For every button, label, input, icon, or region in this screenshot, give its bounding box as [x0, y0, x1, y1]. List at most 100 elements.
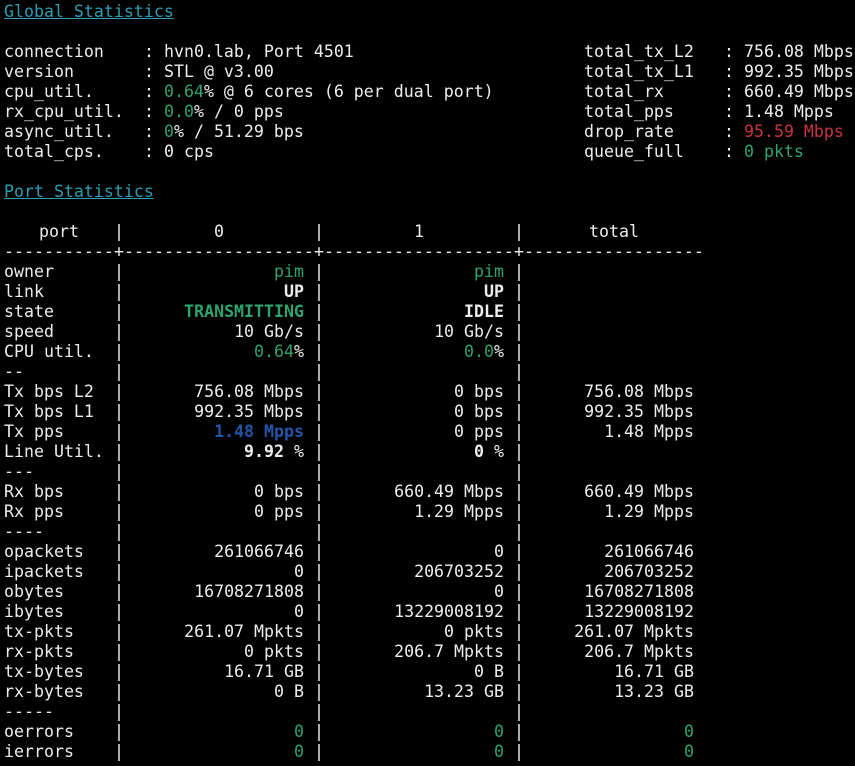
table-row: ipackets|0|206703252|206703252	[4, 562, 855, 582]
stat-value: 261066746	[604, 542, 694, 562]
row-label: obytes	[4, 582, 114, 602]
pipe: |	[514, 742, 524, 762]
port0-value	[124, 462, 314, 482]
stat-value: 10 Gb/s	[434, 322, 504, 342]
table-row: ierrors|0|0|0	[4, 742, 855, 762]
pipe: |	[514, 682, 524, 702]
separator-cross: +	[314, 242, 324, 262]
stat-value: 0	[684, 742, 694, 762]
pipe: |	[114, 482, 124, 502]
global-stat-row: version: STL @ v3.00total_tx_L1: 992.35 …	[4, 62, 855, 82]
stat-label: total_pps	[584, 102, 724, 122]
pipe: |	[114, 462, 124, 482]
pipe: |	[514, 502, 524, 522]
table-row: Line Util.|9.92 %|0 %|	[4, 442, 855, 462]
port0-value: 0.64%	[124, 342, 314, 362]
stat-value: %	[294, 342, 304, 362]
table-row: state|TRANSMITTING|IDLE|	[4, 302, 855, 322]
port0-value: UP	[124, 282, 314, 302]
stat-label: cpu_util.	[4, 82, 144, 102]
stat-value-group: 0.64% @ 6 cores (6 per dual port)	[164, 82, 494, 102]
colon: :	[724, 142, 744, 162]
global-statistics-title: Global Statistics	[4, 2, 855, 22]
colon: :	[144, 142, 164, 162]
table-row: Tx bps L2|756.08 Mbps|0 bps|756.08 Mbps	[4, 382, 855, 402]
pipe: |	[114, 682, 124, 702]
stat-value: TRANSMITTING	[184, 302, 304, 322]
separator-dashes: ------------------	[524, 242, 704, 262]
stat-value: 0.0	[164, 102, 194, 121]
port0-value: 0 pkts	[124, 642, 314, 662]
total-value	[524, 362, 704, 382]
pipe: |	[514, 362, 524, 382]
total-value	[524, 522, 704, 542]
stat-value: 0 bps	[454, 402, 504, 422]
pipe: |	[114, 522, 124, 542]
port1-value: 1.29 Mpps	[324, 502, 514, 522]
port1-value	[324, 462, 514, 482]
pipe: |	[114, 222, 124, 242]
colon: :	[144, 82, 164, 102]
pipe: |	[514, 722, 524, 742]
port0-value: 9.92 %	[124, 442, 314, 462]
total-value: 1.29 Mpps	[524, 502, 704, 522]
port1-value	[324, 362, 514, 382]
port-statistics-table: owner|pim|pim|link|UP|UP|state|TRANSMITT…	[4, 262, 855, 762]
pipe: |	[114, 442, 124, 462]
table-row: Rx pps|0 pps|1.29 Mpps|1.29 Mpps	[4, 502, 855, 522]
total-value: 13229008192	[524, 602, 704, 622]
pipe: |	[314, 462, 324, 482]
stat-value: 16.71 GB	[224, 662, 304, 682]
stat-value-group: 660.49 Mbps	[744, 82, 854, 102]
total-value: 261.07 Mpkts	[524, 622, 704, 642]
pipe: |	[314, 522, 324, 542]
blank-line	[4, 202, 855, 222]
global-stat-right: total_tx_L2: 756.08 Mbps	[584, 42, 854, 62]
port1-value: 0.0%	[324, 342, 514, 362]
total-value: 0	[524, 722, 704, 742]
pipe: |	[314, 262, 324, 282]
table-row: owner|pim|pim|	[4, 262, 855, 282]
row-label: Line Util.	[4, 442, 114, 462]
pipe: |	[514, 262, 524, 282]
stat-value-group: 0 cps	[164, 142, 214, 162]
stat-value: 0 B	[474, 662, 504, 682]
pipe: |	[314, 402, 324, 422]
port0-value: 16708271808	[124, 582, 314, 602]
total-value	[524, 702, 704, 722]
stat-value: 1.29 Mpps	[604, 502, 694, 522]
stat-value: 13.23 GB	[614, 682, 694, 702]
pipe: |	[114, 622, 124, 642]
stat-value: 756.08 Mbps	[744, 42, 854, 61]
stat-label: total_rx	[584, 82, 724, 102]
port0-value: 261.07 Mpkts	[124, 622, 314, 642]
stat-value: 0 pps	[254, 502, 304, 522]
stat-value: %	[494, 342, 504, 362]
stat-value: pim	[274, 262, 304, 282]
pipe: |	[114, 742, 124, 762]
stat-value: 1.48 Mpps	[744, 102, 834, 121]
total-value: 992.35 Mbps	[524, 402, 704, 422]
pipe: |	[514, 282, 524, 302]
stat-value-group: hvn0.lab, Port 4501	[164, 42, 354, 62]
pipe: |	[314, 342, 324, 362]
pipe: |	[514, 602, 524, 622]
stat-value: hvn0.lab, Port 4501	[164, 42, 354, 61]
separator-dashes: -------------------	[324, 242, 514, 262]
port1-value: pim	[324, 262, 514, 282]
stat-value: % @ 6 cores (6 per dual port)	[204, 82, 494, 101]
pipe: |	[314, 662, 324, 682]
table-row: -----|||	[4, 702, 855, 722]
port0-value: 10 Gb/s	[124, 322, 314, 342]
pipe: |	[314, 442, 324, 462]
stat-value: 0 bps	[254, 482, 304, 502]
stat-value: 16708271808	[194, 582, 304, 602]
row-label: ---	[4, 462, 114, 482]
stat-value: 660.49 Mbps	[584, 482, 694, 502]
colon: :	[724, 122, 744, 142]
total-value: 0	[524, 742, 704, 762]
separator-cross: +	[114, 242, 124, 262]
stat-value: UP	[284, 282, 304, 302]
stat-value: 0	[494, 582, 504, 602]
pipe: |	[114, 502, 124, 522]
